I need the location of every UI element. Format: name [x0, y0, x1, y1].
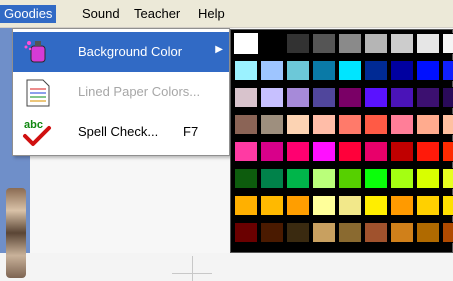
color-swatch[interactable] [416, 168, 440, 189]
color-swatch[interactable] [338, 33, 362, 54]
color-swatch[interactable] [442, 87, 453, 108]
color-swatch[interactable] [286, 141, 310, 162]
color-swatch[interactable] [442, 141, 453, 162]
spell-check-icon: abc [23, 119, 51, 146]
color-swatch[interactable] [364, 33, 388, 54]
color-swatch[interactable] [260, 195, 284, 216]
color-swatch[interactable] [338, 60, 362, 81]
color-swatch[interactable] [260, 222, 284, 243]
color-swatch[interactable] [312, 168, 336, 189]
color-swatch[interactable] [286, 222, 310, 243]
color-swatch[interactable] [312, 33, 336, 54]
character-art-icon [6, 188, 26, 278]
color-swatch[interactable] [286, 33, 310, 54]
color-swatch[interactable] [416, 141, 440, 162]
menu-item-label: Lined Paper Colors... [78, 84, 201, 99]
color-swatch[interactable] [416, 60, 440, 81]
color-swatch[interactable] [416, 87, 440, 108]
submenu-arrow-icon: ▶ [215, 44, 223, 55]
color-swatch[interactable] [390, 60, 414, 81]
color-swatch[interactable] [260, 114, 284, 135]
menu-teacher[interactable]: Teacher [130, 5, 184, 23]
color-swatch[interactable] [416, 222, 440, 243]
color-swatch[interactable] [286, 87, 310, 108]
color-swatch[interactable] [234, 222, 258, 243]
paint-spray-icon [24, 41, 46, 63]
color-swatch[interactable] [312, 141, 336, 162]
color-swatch[interactable] [234, 168, 258, 189]
color-swatch[interactable] [364, 141, 388, 162]
color-swatch[interactable] [260, 87, 284, 108]
menu-help[interactable]: Help [194, 5, 229, 23]
color-swatch[interactable] [233, 32, 259, 55]
crosshair-vertical [192, 256, 193, 281]
color-swatch[interactable] [234, 60, 258, 81]
color-swatch[interactable] [312, 222, 336, 243]
lined-paper-icon [26, 79, 50, 107]
color-swatch[interactable] [286, 168, 310, 189]
color-swatch[interactable] [312, 195, 336, 216]
color-swatch[interactable] [442, 168, 453, 189]
color-swatch[interactable] [364, 87, 388, 108]
color-swatch[interactable] [390, 141, 414, 162]
color-swatch[interactable] [364, 114, 388, 135]
color-swatch[interactable] [286, 195, 310, 216]
color-swatch[interactable] [390, 195, 414, 216]
color-swatch[interactable] [286, 114, 310, 135]
color-swatch[interactable] [312, 60, 336, 81]
color-swatch[interactable] [390, 87, 414, 108]
color-swatch[interactable] [442, 195, 453, 216]
color-swatch[interactable] [338, 222, 362, 243]
color-swatch[interactable] [338, 168, 362, 189]
color-swatch[interactable] [364, 168, 388, 189]
color-swatch[interactable] [390, 114, 414, 135]
color-swatch[interactable] [390, 33, 414, 54]
color-swatch[interactable] [416, 195, 440, 216]
color-swatch[interactable] [442, 114, 453, 135]
color-swatch[interactable] [338, 195, 362, 216]
background-color-palette [230, 29, 453, 253]
color-swatch[interactable] [234, 195, 258, 216]
color-swatch[interactable] [234, 141, 258, 162]
color-swatch[interactable] [338, 141, 362, 162]
color-swatch[interactable] [234, 114, 258, 135]
menu-sound[interactable]: Sound [78, 5, 124, 23]
color-swatch[interactable] [260, 60, 284, 81]
color-swatch[interactable] [312, 114, 336, 135]
color-swatch[interactable] [442, 222, 453, 243]
color-swatch[interactable] [260, 168, 284, 189]
color-swatch[interactable] [416, 114, 440, 135]
color-swatch[interactable] [312, 87, 336, 108]
color-swatch[interactable] [260, 33, 284, 54]
menu-bar: Goodies Sound Teacher Help [0, 0, 453, 28]
color-swatch[interactable] [390, 168, 414, 189]
color-swatch[interactable] [260, 141, 284, 162]
color-swatch[interactable] [338, 87, 362, 108]
color-swatch[interactable] [234, 87, 258, 108]
menu-item-lined-paper-colors[interactable]: Lined Paper Colors... [13, 72, 229, 112]
svg-text:abc: abc [24, 119, 43, 131]
color-swatch[interactable] [364, 60, 388, 81]
color-swatch[interactable] [442, 33, 453, 54]
color-swatch[interactable] [390, 222, 414, 243]
color-swatch[interactable] [364, 222, 388, 243]
menu-item-background-color[interactable]: Background Color ▶ [13, 32, 229, 72]
goodies-dropdown-menu: Background Color ▶ Lined Paper Colors...… [12, 28, 230, 156]
menu-item-shortcut: F7 [183, 124, 199, 139]
menu-goodies[interactable]: Goodies [0, 5, 57, 23]
color-swatch[interactable] [416, 33, 440, 54]
menu-item-spell-check[interactable]: abc Spell Check... F7 [13, 112, 229, 152]
menu-item-label: Background Color [78, 44, 183, 59]
color-swatch[interactable] [338, 114, 362, 135]
menu-item-label: Spell Check... [78, 124, 159, 139]
color-swatch[interactable] [442, 60, 453, 81]
color-swatch[interactable] [286, 60, 310, 81]
color-swatch[interactable] [364, 195, 388, 216]
